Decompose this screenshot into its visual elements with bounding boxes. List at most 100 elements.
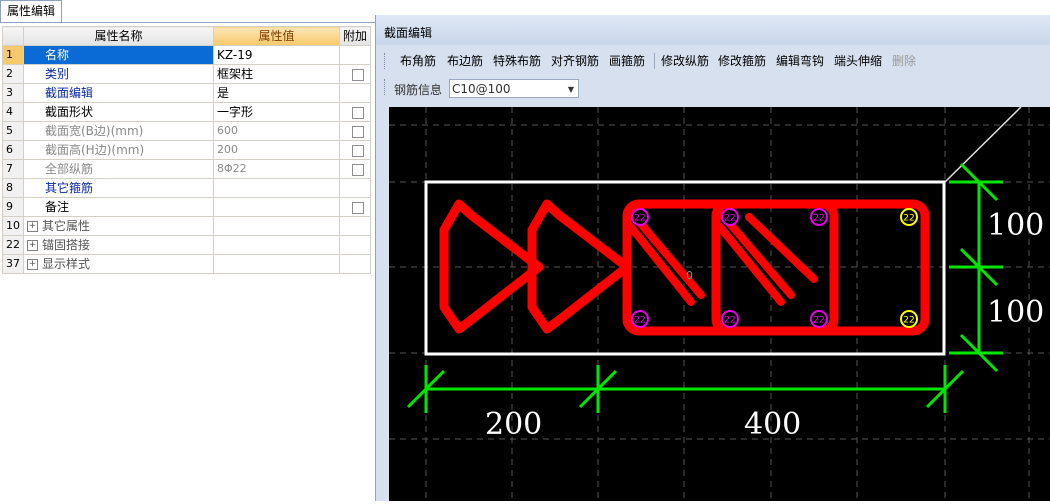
extra-cell [338, 64, 372, 84]
section-drawing-canvas[interactable]: 22 22 22 22 22 22 22 22 0 100 100 200 400 [389, 106, 1050, 501]
extra-checkbox[interactable] [352, 106, 364, 119]
toolbar-grip[interactable] [384, 53, 388, 69]
property-row[interactable]: 37 + 显示样式 [2, 254, 372, 274]
extra-checkbox[interactable] [352, 125, 364, 138]
row-number: 10 [2, 216, 24, 236]
property-value[interactable] [213, 216, 340, 236]
property-name[interactable]: 截面宽(B边)(mm) [23, 121, 214, 141]
expand-icon[interactable]: + [27, 240, 38, 251]
property-name[interactable]: + 显示样式 [23, 254, 214, 274]
center-label: 0 [686, 269, 693, 282]
extra-header[interactable]: 附加 [338, 26, 372, 46]
rebar-diameter-label: 22 [724, 214, 735, 224]
row-number: 4 [2, 102, 24, 122]
property-tab-bar: 属性编辑 [0, 0, 375, 23]
property-name[interactable]: 备注 [23, 197, 214, 217]
extra-cell [338, 197, 372, 217]
property-row[interactable]: 2 类别 框架柱 [2, 64, 372, 84]
property-row[interactable]: 6 截面高(H边)(mm) 200 [2, 140, 372, 160]
extra-checkbox[interactable] [352, 68, 364, 81]
property-value[interactable]: 是 [213, 83, 340, 103]
extra-checkbox[interactable] [352, 144, 364, 157]
row-number: 5 [2, 121, 24, 141]
property-value[interactable]: 框架柱 [213, 64, 340, 84]
rebar-diameter-label: 22 [903, 316, 914, 326]
property-name[interactable]: 截面编辑 [23, 83, 214, 103]
rebar-info-toolbar: 钢筋信息 C10@100 ▼ [384, 77, 1050, 101]
property-row[interactable]: 8 其它箍筋 [2, 178, 372, 198]
property-row[interactable]: 9 备注 [2, 197, 372, 217]
property-value[interactable]: 8Φ22 [213, 159, 340, 179]
row-number: 1 [2, 45, 24, 65]
property-value[interactable]: 200 [213, 140, 340, 160]
toolbar-grip[interactable] [384, 79, 388, 95]
property-row[interactable]: 10 + 其它属性 [2, 216, 372, 236]
draw-stirrup-button[interactable]: 画箍筋 [609, 51, 645, 71]
special-rebar-button[interactable]: 特殊布筋 [493, 51, 541, 71]
property-label: 名称 [45, 48, 70, 62]
diagonal-tie[interactable] [627, 223, 695, 306]
row-number-header [2, 26, 24, 46]
extra-cell [338, 102, 372, 122]
property-row[interactable]: 5 截面宽(B边)(mm) 600 [2, 121, 372, 141]
end-stretch-button[interactable]: 端头伸缩 [834, 51, 882, 71]
dropdown-arrow-icon[interactable]: ▼ [568, 80, 574, 99]
rebar-diameter-label: 22 [634, 214, 645, 224]
rebar-diameter-label: 22 [634, 316, 645, 326]
dimension-height-top: 100 [987, 208, 1044, 243]
rebar-info-value: C10@100 [452, 82, 511, 96]
property-row[interactable]: 3 截面编辑 是 [2, 83, 372, 103]
property-name[interactable]: 名称 [23, 45, 214, 65]
rebar-diameter-label: 22 [724, 316, 735, 326]
align-rebar-button[interactable]: 对齐钢筋 [551, 51, 599, 71]
rebar-info-select[interactable]: C10@100 ▼ [449, 79, 579, 98]
property-name[interactable]: + 锚固搭接 [23, 235, 214, 255]
property-value[interactable] [213, 197, 340, 217]
property-name[interactable]: + 其它属性 [23, 216, 214, 236]
property-label: 截面高(H边)(mm) [45, 143, 145, 157]
property-row[interactable]: 4 截面形状 一字形 [2, 102, 372, 122]
edit-hook-button[interactable]: 编辑弯钩 [776, 51, 824, 71]
property-label: 其它箍筋 [45, 181, 94, 195]
edge-rebar-button[interactable]: 布边筋 [447, 51, 483, 71]
section-toolbar: 布角筋 布边筋 特殊布筋 对齐钢筋 画箍筋 修改纵筋 修改箍筋 编辑弯钩 端头伸… [384, 51, 1050, 71]
property-value[interactable]: KZ-19 [213, 45, 340, 65]
row-number: 9 [2, 197, 24, 217]
group-label: 其它属性 [42, 219, 91, 233]
corner-rebar-button[interactable]: 布角筋 [400, 51, 436, 71]
section-drawing[interactable]: 22 22 22 22 22 22 22 22 0 100 100 200 400 [389, 106, 1050, 501]
property-name[interactable]: 全部纵筋 [23, 159, 214, 179]
property-name[interactable]: 截面形状 [23, 102, 214, 122]
extra-cell [338, 254, 372, 274]
row-number: 7 [2, 159, 24, 179]
delete-button[interactable]: 删除 [892, 51, 916, 71]
window-title-bar: 截面编辑 [376, 15, 1050, 45]
property-value[interactable] [213, 178, 340, 198]
property-name[interactable]: 截面高(H边)(mm) [23, 140, 214, 160]
property-value[interactable] [213, 235, 340, 255]
property-label: 截面宽(B边)(mm) [45, 124, 144, 138]
property-value[interactable]: 600 [213, 121, 340, 141]
expand-icon[interactable]: + [27, 221, 38, 232]
property-row[interactable]: 1 名称 KZ-19 [2, 45, 372, 65]
expand-icon[interactable]: + [27, 259, 38, 270]
property-value[interactable]: 一字形 [213, 102, 340, 122]
dimension-width-right: 400 [744, 407, 801, 442]
property-name[interactable]: 类别 [23, 64, 214, 84]
grid-header-row: 属性名称 属性值 附加 [2, 26, 372, 46]
property-name[interactable]: 其它箍筋 [23, 178, 214, 198]
modify-long-rebar-button[interactable]: 修改纵筋 [661, 51, 709, 71]
property-value[interactable] [213, 254, 340, 274]
extra-cell [338, 121, 372, 141]
extra-cell [338, 140, 372, 160]
tab-property-edit[interactable]: 属性编辑 [0, 0, 63, 22]
property-row[interactable]: 7 全部纵筋 8Φ22 [2, 159, 372, 179]
extra-checkbox[interactable] [352, 163, 364, 176]
rebar-diameter-label: 22 [903, 214, 914, 224]
rebar-diameter-label: 22 [813, 214, 824, 224]
property-row[interactable]: 22 + 锚固搭接 [2, 235, 372, 255]
property-name-header[interactable]: 属性名称 [23, 26, 214, 46]
modify-stirrup-button[interactable]: 修改箍筋 [718, 51, 766, 71]
property-value-header[interactable]: 属性值 [213, 26, 340, 46]
extra-checkbox[interactable] [352, 201, 364, 214]
